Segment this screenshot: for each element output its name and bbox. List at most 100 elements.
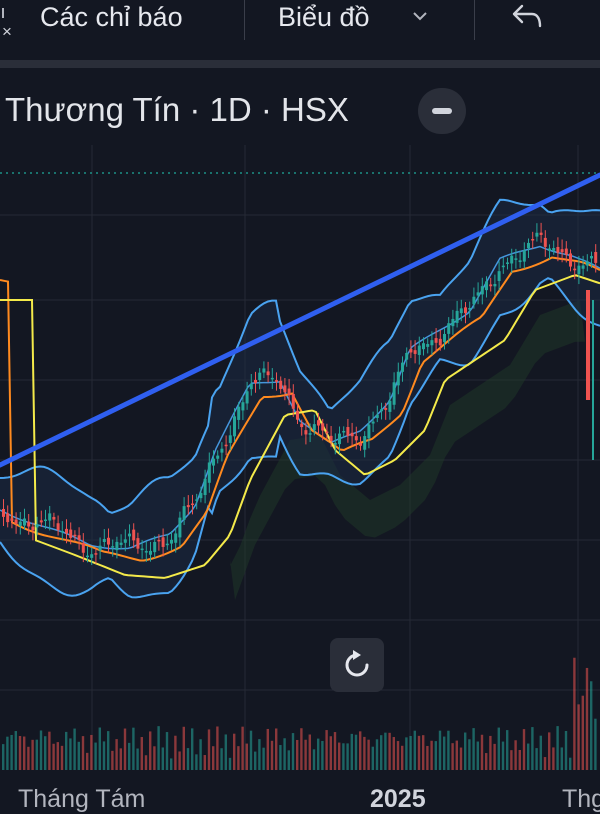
volume-bar — [321, 740, 324, 770]
volume-bar — [325, 730, 328, 770]
volume-bar — [270, 740, 274, 770]
candle-body — [228, 435, 232, 443]
volume-bar — [443, 736, 446, 770]
volume-bar — [233, 733, 236, 770]
candle-body — [380, 409, 383, 412]
candle-body — [115, 541, 119, 551]
volume-bar — [522, 729, 526, 770]
volume-bar — [98, 727, 101, 770]
candle-body — [447, 323, 451, 334]
candle-body — [510, 255, 514, 264]
volume-bar — [384, 732, 387, 770]
volume-bar — [23, 736, 26, 770]
volume-bar — [296, 739, 299, 770]
candle-body — [270, 377, 274, 380]
candle-body — [44, 519, 47, 522]
volume-bar — [329, 736, 332, 770]
volume-bar — [77, 741, 80, 770]
volume-bar — [476, 741, 479, 770]
volume-bar — [371, 746, 374, 770]
volume-bar — [422, 735, 425, 770]
volume-bar — [346, 743, 349, 770]
candle-body — [128, 533, 131, 537]
candle-body — [367, 424, 371, 439]
candle-body — [186, 505, 190, 508]
volume-bar — [493, 743, 496, 770]
candle-body — [275, 380, 278, 382]
candle-body — [279, 380, 283, 389]
volume-bar — [216, 726, 219, 770]
candle-body — [556, 246, 560, 253]
candle-body — [153, 541, 157, 553]
candle-body — [392, 382, 396, 405]
volume-bar — [333, 732, 337, 770]
volume-bar — [249, 730, 253, 770]
candle-body — [514, 258, 518, 260]
volume-bar — [560, 747, 563, 770]
volume-bar — [27, 746, 30, 770]
volume-bar — [178, 751, 181, 770]
candle-body — [111, 546, 115, 548]
volume-bar — [149, 731, 152, 770]
volume-bar — [191, 728, 194, 770]
candle-body — [388, 400, 392, 412]
volume-bar — [388, 732, 391, 770]
volume-bar — [489, 735, 492, 770]
candle-body — [363, 436, 367, 450]
volume-bar — [39, 730, 43, 770]
volume-bar — [241, 726, 244, 770]
volume-bar — [451, 743, 454, 770]
candle-body — [312, 424, 316, 431]
volume-bar — [128, 742, 131, 770]
volume-bar — [338, 742, 341, 770]
volume-bar — [224, 734, 227, 770]
volume-bar — [447, 730, 450, 770]
candle-body — [245, 391, 249, 404]
volume-bar — [367, 739, 370, 770]
candle-body — [107, 537, 110, 545]
collapse-legend-button[interactable] — [418, 88, 466, 134]
volume-bar — [245, 743, 248, 770]
volume-bar — [107, 731, 110, 770]
candle-body — [69, 529, 73, 538]
candle-body — [165, 543, 169, 546]
candle-body — [594, 252, 598, 263]
volume-bar — [81, 736, 85, 770]
candle-body — [136, 538, 140, 549]
reset-chart-button[interactable] — [330, 638, 384, 692]
volume-bar — [6, 736, 9, 770]
volume-bar — [132, 727, 135, 770]
volume-bar — [123, 728, 127, 770]
volume-bar — [161, 747, 164, 770]
candle-body — [539, 232, 543, 235]
volume-bar — [69, 738, 72, 770]
volume-bar — [304, 739, 307, 770]
candle-body — [321, 423, 325, 431]
volume-bar — [174, 735, 177, 770]
volume-bar — [535, 748, 538, 770]
candle-body — [493, 283, 497, 287]
volume-bar — [409, 735, 412, 770]
volume-bar — [102, 741, 106, 770]
candle-body — [333, 442, 337, 445]
candle-body — [174, 533, 178, 543]
volume-bar — [438, 730, 442, 770]
symbol-legend-title[interactable]: Thương Tín · 1D · HSX — [5, 90, 349, 130]
volume-bar — [279, 745, 282, 770]
candle-body — [31, 526, 35, 531]
candle-body — [266, 371, 270, 376]
candle-body — [548, 248, 551, 251]
candle-body — [506, 262, 509, 264]
candle-body — [590, 255, 593, 259]
candle-body — [48, 513, 52, 521]
candle-body — [480, 286, 484, 295]
candle-body — [573, 268, 577, 271]
volume-bar — [237, 746, 240, 770]
candle-body — [2, 508, 5, 517]
volume-bar — [195, 754, 198, 770]
volume-bar — [581, 695, 584, 770]
candle-body — [560, 249, 564, 253]
volume-bar — [115, 739, 118, 770]
candle-body — [434, 338, 438, 343]
candle-body — [476, 292, 480, 296]
